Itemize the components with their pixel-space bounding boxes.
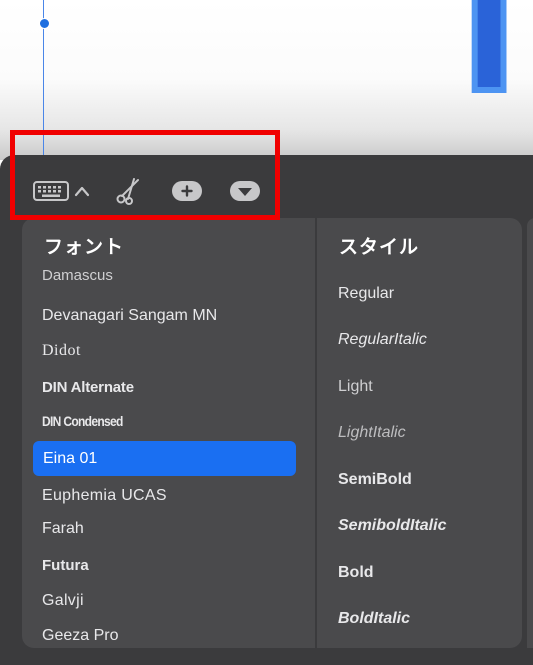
style-item-light-italic[interactable]: LightItalic xyxy=(338,424,406,442)
style-item-regular-italic[interactable]: RegularItalic xyxy=(338,331,427,349)
font-item-futura[interactable]: Futura xyxy=(42,557,89,574)
style-item-semibold[interactable]: SemiBold xyxy=(338,471,412,489)
font-item-didot[interactable]: Didot xyxy=(42,342,81,360)
text-box-resize-handle[interactable] xyxy=(39,18,50,29)
font-item-eina-01-selected[interactable]: Eina 01 xyxy=(33,441,296,476)
plus-icon[interactable] xyxy=(171,180,203,202)
font-item-damascus[interactable]: Damascus xyxy=(42,267,113,284)
font-list-heading: フォント xyxy=(44,237,125,258)
keyboard-icon[interactable] xyxy=(32,179,70,203)
font-item-galvji[interactable]: Galvji xyxy=(42,592,84,610)
style-item-bold-italic[interactable]: BoldItalic xyxy=(338,610,410,628)
third-column-edge xyxy=(527,218,533,648)
dropdown-icon[interactable] xyxy=(229,180,261,202)
font-item-devanagari-sangam-mn[interactable]: Devanagari Sangam MN xyxy=(42,307,217,325)
style-list[interactable]: スタイル Regular RegularItalic Light LightIt… xyxy=(317,218,522,648)
font-list[interactable]: フォント Damascus Devanagari Sangam MN Didot… xyxy=(22,218,315,648)
canvas-text[interactable]: To xyxy=(425,0,533,125)
font-item-euphemia-ucas[interactable]: Euphemia UCAS xyxy=(42,487,167,505)
document-canvas[interactable]: To xyxy=(0,0,533,160)
style-item-semibold-italic[interactable]: SemiboldItalic xyxy=(338,517,446,535)
font-item-geeza-pro[interactable]: Geeza Pro xyxy=(42,627,118,645)
font-item-farah[interactable]: Farah xyxy=(42,520,84,538)
scissors-icon[interactable] xyxy=(113,177,145,205)
style-item-bold[interactable]: Bold xyxy=(338,564,374,582)
font-item-din-alternate[interactable]: DIN Alternate xyxy=(42,379,134,396)
style-list-heading: スタイル xyxy=(339,237,420,258)
style-item-light[interactable]: Light xyxy=(338,378,373,396)
font-item-din-condensed[interactable]: DIN Condensed xyxy=(42,413,123,429)
style-item-regular[interactable]: Regular xyxy=(338,285,394,303)
keyboard-toolbar xyxy=(0,155,533,220)
caret-up-icon[interactable] xyxy=(72,179,92,203)
